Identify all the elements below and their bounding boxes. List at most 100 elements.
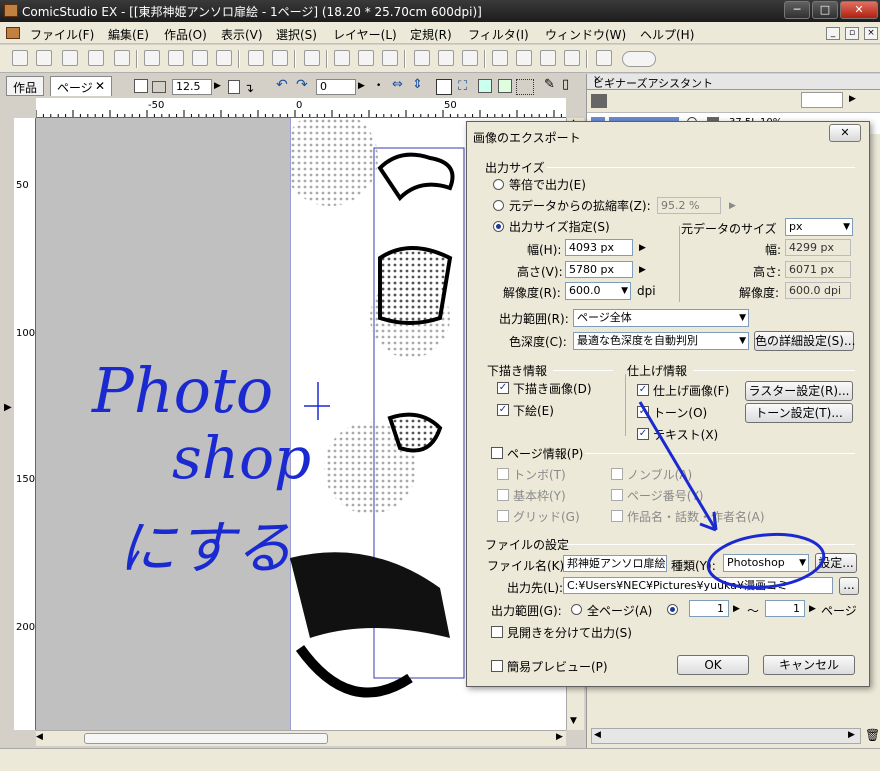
maximize-button[interactable]: □ — [812, 1, 838, 19]
frame-icon[interactable] — [540, 50, 556, 66]
angle-field[interactable]: 0 — [316, 79, 356, 95]
scroll-right-icon[interactable]: ▶ — [848, 730, 855, 740]
tone-checkbox[interactable]: ✓ — [637, 406, 649, 418]
output-range-select[interactable]: ページ全体 ▼ — [573, 309, 749, 327]
ok-button[interactable]: OK — [677, 655, 749, 675]
view-mode-icon[interactable] — [436, 79, 452, 95]
page-from-field[interactable]: 1 — [689, 600, 729, 617]
unit-select[interactable]: px ▼ — [785, 218, 853, 236]
angle-spin-icon[interactable]: ▶ — [358, 81, 365, 91]
menu-view[interactable]: 表示(V) — [221, 26, 263, 43]
image-icon[interactable] — [478, 79, 492, 93]
page-from-spin-icon[interactable]: ▶ — [733, 604, 740, 614]
marquee-icon[interactable] — [516, 79, 534, 95]
page-info-checkbox[interactable] — [491, 447, 503, 459]
draft-image-checkbox[interactable]: ✓ — [497, 382, 509, 394]
play-icon[interactable] — [564, 50, 580, 66]
minimize-button[interactable]: ─ — [784, 1, 810, 19]
scroll-thumb[interactable] — [84, 733, 328, 744]
page-fit-icon[interactable] — [134, 79, 148, 93]
file-type-select[interactable]: Photoshop ▼ — [723, 554, 809, 572]
paste-icon[interactable] — [192, 50, 208, 66]
panel-close-icon[interactable]: × — [593, 74, 875, 85]
menu-window[interactable]: ウィンドウ(W) — [545, 26, 626, 43]
open-icon[interactable] — [62, 50, 78, 66]
basic-frame-checkbox[interactable] — [497, 489, 509, 501]
page-to-field[interactable]: 1 — [765, 600, 805, 617]
mdi-close-icon[interactable]: × — [864, 27, 878, 40]
file-name-field[interactable]: 邦神姫アンソロ扉絵 — [563, 555, 667, 572]
zoom-field[interactable]: 12.5 — [172, 79, 212, 95]
page-to-spin-icon[interactable]: ▶ — [809, 604, 816, 614]
pen-tool-icon[interactable]: ✎ — [544, 77, 555, 92]
finish-image-checkbox[interactable]: ✓ — [637, 384, 649, 396]
color-depth-select[interactable]: 最適な色深度を自動判別 ▼ — [573, 332, 749, 350]
redo-icon[interactable] — [272, 50, 288, 66]
panel-field[interactable] — [801, 92, 843, 108]
browse-button[interactable]: ... — [839, 577, 859, 595]
properties-icon[interactable] — [414, 50, 430, 66]
underdrawing-checkbox[interactable]: ✓ — [497, 404, 509, 416]
save-icon[interactable] — [88, 50, 104, 66]
destination-field[interactable]: C:¥Users¥NEC¥Pictures¥yuuka¥漫画コミ — [563, 577, 833, 594]
raster-settings-button[interactable]: ラスター設定(R)... — [745, 381, 853, 401]
print-icon[interactable] — [304, 50, 320, 66]
undo-icon[interactable] — [248, 50, 264, 66]
layer-merge-icon[interactable] — [382, 50, 398, 66]
panel-scrollbar[interactable]: ◀ ▶ — [591, 728, 861, 744]
same-scale-radio[interactable] — [493, 179, 504, 190]
height-spin-icon[interactable]: ▶ — [639, 265, 646, 275]
clear-icon[interactable] — [216, 50, 232, 66]
height-field[interactable]: 5780 px — [565, 261, 633, 278]
scale-ratio-radio[interactable] — [493, 200, 504, 211]
tombo-checkbox[interactable] — [497, 468, 509, 480]
link-icon[interactable] — [492, 50, 508, 66]
panel-spin-icon[interactable]: ▶ — [849, 94, 856, 104]
fit-icon[interactable]: ⛶ — [458, 79, 467, 94]
window-icon[interactable] — [516, 50, 532, 66]
flip-v-icon[interactable]: ⇕ — [412, 77, 423, 92]
tab-work[interactable]: 作品 — [6, 76, 45, 96]
color-detail-button[interactable]: 色の詳細設定(S)... — [754, 331, 855, 351]
specify-size-radio[interactable] — [493, 221, 504, 232]
layer-icon[interactable] — [334, 50, 350, 66]
trash-icon[interactable]: 🗑 — [865, 728, 880, 742]
tool-icon[interactable] — [498, 79, 512, 93]
menu-work[interactable]: 作品(O) — [164, 26, 207, 43]
scroll-down-icon[interactable]: ▼ — [570, 716, 577, 726]
scroll-left-icon[interactable]: ◀ — [36, 732, 43, 742]
tab-page[interactable]: ページ ✕ — [50, 76, 112, 96]
check-icon[interactable] — [438, 50, 454, 66]
resolution-select[interactable]: 600.0 ▼ — [565, 282, 631, 300]
layer-new-icon[interactable] — [358, 50, 374, 66]
pen-icon[interactable] — [596, 50, 612, 66]
menu-layer[interactable]: レイヤー(L) — [333, 26, 397, 43]
eraser-icon[interactable]: ▯ — [562, 77, 569, 92]
close-button[interactable]: ✕ — [840, 1, 878, 19]
zoom-toggle-icon[interactable] — [152, 81, 166, 93]
menu-ruler[interactable]: 定規(R) — [410, 26, 452, 43]
flip-h-icon[interactable]: ⇔ — [392, 77, 403, 92]
page-number-checkbox[interactable] — [611, 489, 623, 501]
menu-filter[interactable]: フィルタ(I) — [468, 26, 529, 43]
file-settings-button[interactable]: 設定... — [815, 553, 857, 573]
page-icon[interactable] — [228, 80, 240, 94]
tab-close-icon[interactable]: ✕ — [95, 79, 105, 93]
page-range-radio[interactable] — [667, 604, 678, 615]
horizontal-scrollbar[interactable]: ◀ ▶ — [36, 730, 566, 746]
cancel-button[interactable]: キャンセル — [763, 655, 855, 675]
grid-icon[interactable] — [462, 50, 478, 66]
scale-ratio-field[interactable]: 95.2 % — [657, 197, 721, 214]
all-pages-radio[interactable] — [571, 604, 582, 615]
rotate-right-icon[interactable]: ↷ — [296, 77, 308, 93]
menu-edit[interactable]: 編集(E) — [108, 26, 149, 43]
zoom-spin-icon[interactable]: ▶ — [214, 81, 221, 91]
mdi-restore-icon[interactable]: ▫ — [845, 27, 859, 40]
ratio-spin-icon[interactable]: ▶ — [729, 201, 736, 211]
nombre-checkbox[interactable] — [611, 468, 623, 480]
menu-file[interactable]: ファイル(F) — [30, 26, 94, 43]
new-icon[interactable] — [12, 50, 28, 66]
tone-settings-button[interactable]: トーン設定(T)... — [745, 403, 853, 423]
mdi-minimize-icon[interactable]: _ — [826, 27, 840, 40]
grid-checkbox[interactable] — [497, 510, 509, 522]
